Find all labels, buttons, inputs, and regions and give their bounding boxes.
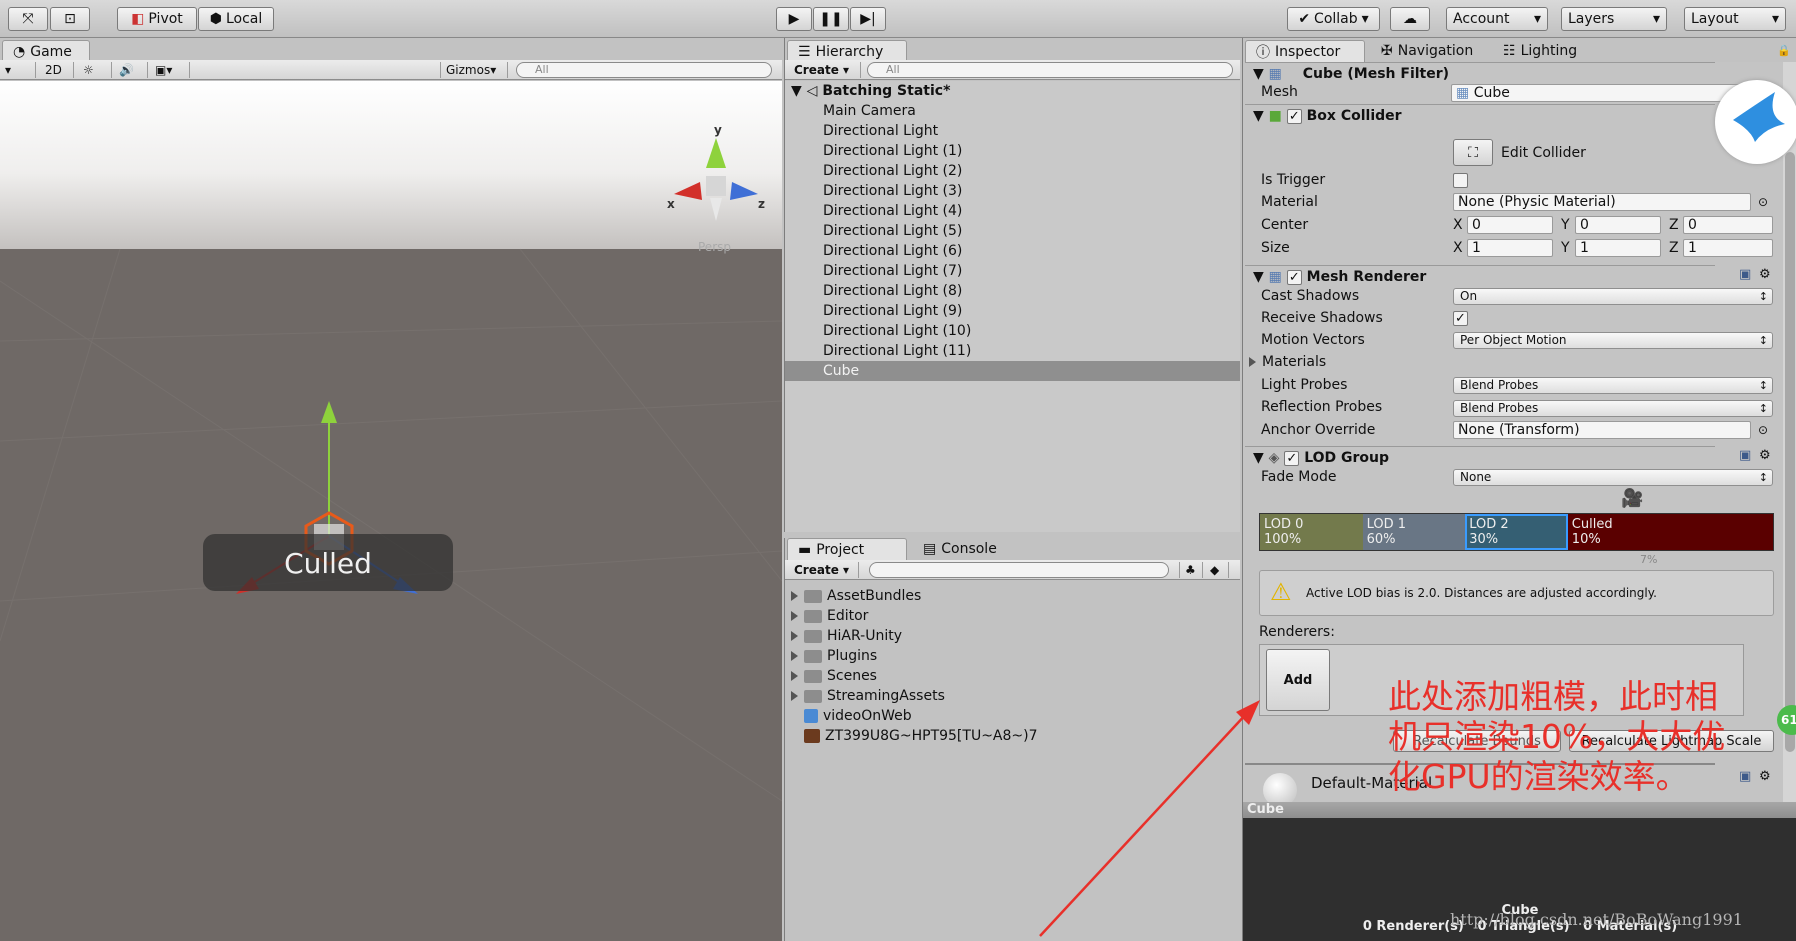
- annotation-text: 此处添加粗模，此时相 机只渲染10%，大大优 化GPU的渲染效率。: [1388, 677, 1726, 796]
- watermark: http://blog.csdn.net/BoBoWang1991: [1450, 910, 1743, 929]
- annotation-arrow: [1039, 700, 1260, 937]
